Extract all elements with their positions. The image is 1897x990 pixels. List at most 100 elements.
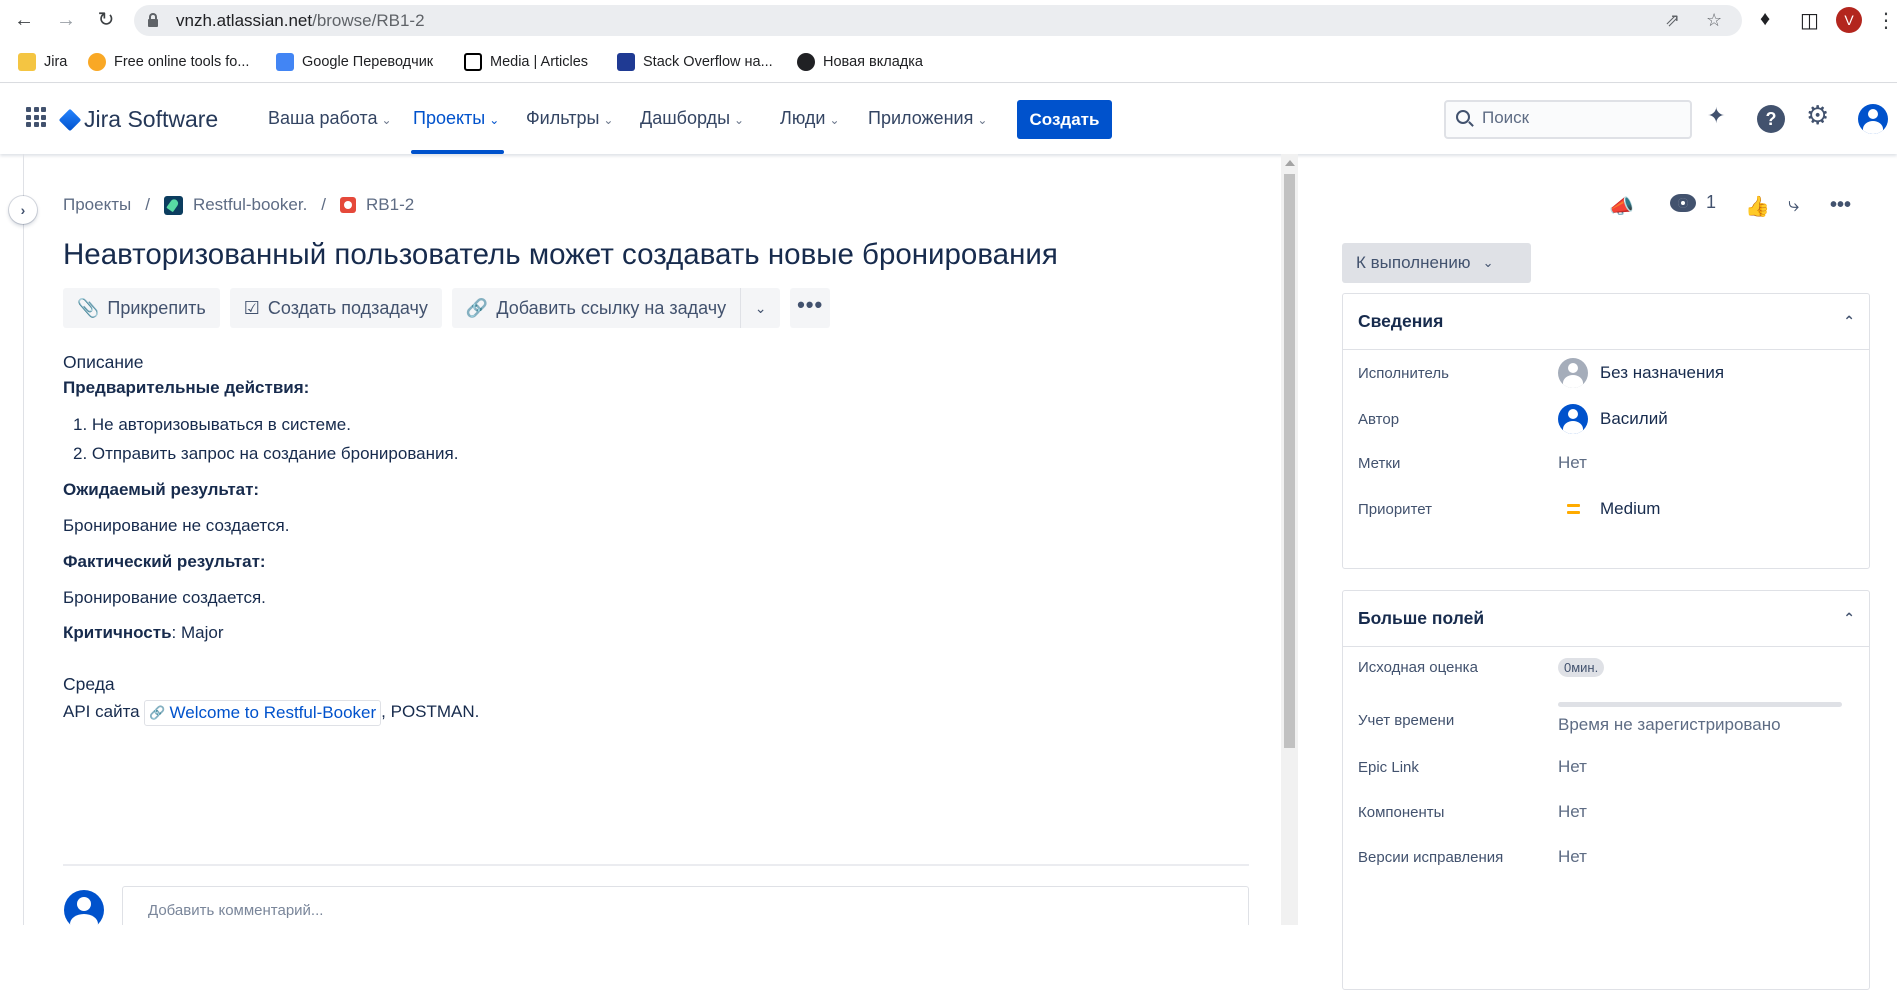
scrollbar-thumb[interactable] <box>1284 174 1295 748</box>
nav-label: Дашборды <box>640 108 730 128</box>
actual-heading: Фактический результат: <box>63 552 266 571</box>
gear-icon[interactable]: ⚙ <box>1806 100 1834 130</box>
more-fields-header[interactable]: Больше полей ⌃ <box>1343 591 1869 647</box>
back-icon[interactable]: ← <box>12 8 36 32</box>
link-icon: 🔗 <box>465 297 489 318</box>
status-dropdown[interactable]: К выполнению ⌄ <box>1342 243 1531 283</box>
breadcrumb-separator: / <box>321 195 327 214</box>
assignee-value[interactable]: Без назначения <box>1558 358 1724 388</box>
field-time-tracking: Учет времени Время не зарегистрировано <box>1358 702 1858 735</box>
priority-value[interactable]: Medium <box>1558 494 1660 524</box>
create-button[interactable]: Создать <box>1017 100 1112 139</box>
breadcrumb-issue-key[interactable]: RB1-2 <box>366 195 414 215</box>
field-epic-link: Epic Link Нет <box>1358 757 1858 777</box>
chevron-down-icon: ⌄ <box>977 113 988 127</box>
app-switcher-icon[interactable] <box>26 107 46 127</box>
bookmark-label: Media | Articles <box>490 54 589 70</box>
chevron-up-icon: ⌃ <box>1843 610 1855 626</box>
nav-your-work[interactable]: Ваша работа ⌄ <box>268 108 392 129</box>
bookmark-new-tab[interactable]: Новая вкладка <box>797 51 923 73</box>
browser-menu-icon[interactable]: ⋮ <box>1876 8 1896 33</box>
time-tracking-value[interactable]: Время не зарегистрировано <box>1558 702 1842 735</box>
main-scrollbar[interactable] <box>1281 154 1298 925</box>
nav-label: Ваша работа <box>268 108 378 128</box>
bookmark-media-articles[interactable]: Media | Articles <box>464 51 588 73</box>
share-page-icon[interactable]: ⇗ <box>1665 10 1680 31</box>
reload-icon[interactable]: ↻ <box>94 8 118 32</box>
bookmark-free-tools[interactable]: Free online tools fo... <box>88 51 249 73</box>
nav-projects[interactable]: Проекты ⌄ <box>413 108 499 129</box>
time-tracking-bar <box>1558 702 1842 707</box>
more-icon[interactable]: ••• <box>1830 194 1851 217</box>
bookmark-google-translate[interactable]: Google Переводчик <box>276 51 433 73</box>
chevron-down-icon: ⌄ <box>829 113 840 127</box>
thumbs-up-icon[interactable]: 👍 <box>1745 194 1770 219</box>
details-panel-header[interactable]: Сведения ⌃ <box>1343 294 1869 350</box>
reporter-value[interactable]: Василий <box>1558 404 1668 434</box>
notifications-icon[interactable]: ✦ <box>1707 103 1735 131</box>
step-1: 1. Не авторизовываться в системе. <box>73 415 351 434</box>
labels-value[interactable]: Нет <box>1558 453 1587 473</box>
sidebar-collapsed-rail <box>0 154 24 925</box>
field-components: Компоненты Нет <box>1358 802 1858 822</box>
nav-label: Проекты <box>413 108 486 128</box>
bookmark-label: Stack Overflow на... <box>643 54 773 70</box>
issue-sidebar: 📣 1 👍 ⤷ ••• К выполнению ⌄ Сведения ⌃ Ис… <box>1298 154 1897 990</box>
search-field[interactable] <box>1444 100 1692 139</box>
scroll-up-arrow[interactable] <box>1285 160 1295 166</box>
chevron-down-icon[interactable]: ⌄ <box>740 288 781 328</box>
address-bar[interactable]: vnzh.atlassian.net/browse/RB1-2 ⇗ ☆ <box>134 5 1742 36</box>
more-actions-button[interactable]: ••• <box>790 288 831 328</box>
search-input[interactable] <box>1482 108 1682 128</box>
extensions-icon[interactable]: ♦ <box>1760 8 1770 31</box>
original-estimate-value[interactable]: 0мин. <box>1558 658 1605 677</box>
nav-dashboards[interactable]: Дашборды ⌄ <box>640 108 744 129</box>
preconditions-heading: Предварительные действия: <box>63 378 310 397</box>
link-issue-button[interactable]: 🔗 Добавить ссылку на задачу <box>451 288 741 328</box>
components-value[interactable]: Нет <box>1558 802 1587 822</box>
breadcrumb-projects[interactable]: Проекты <box>63 195 131 215</box>
issue-title[interactable]: Неавторизованный пользователь может созд… <box>63 238 1058 272</box>
subtask-icon: ☑ <box>243 297 260 318</box>
attach-button[interactable]: 📎 Прикрепить <box>63 288 220 328</box>
add-comment-field[interactable]: Добавить комментарий... <box>122 886 1249 925</box>
bookmarks-bar: Jira Free online tools fo... Google Пере… <box>0 42 1897 83</box>
section-divider <box>63 864 1249 866</box>
user-avatar[interactable] <box>1858 104 1888 134</box>
breadcrumb-separator: / <box>145 195 150 214</box>
chevron-down-icon: ⌄ <box>603 113 614 127</box>
share-icon[interactable]: ⤷ <box>1788 194 1799 217</box>
breadcrumb-project[interactable]: Restful-booker. <box>193 195 307 215</box>
nav-filters[interactable]: Фильтры ⌄ <box>526 108 613 129</box>
env-link[interactable]: 🔗 Welcome to Restful-Booker <box>144 700 382 726</box>
nav-label: Приложения <box>868 108 974 128</box>
field-label: Учет времени <box>1358 712 1455 729</box>
watchers-button[interactable]: 1 <box>1670 192 1716 213</box>
fix-versions-value[interactable]: Нет <box>1558 847 1587 867</box>
profile-avatar[interactable]: V <box>1836 7 1862 33</box>
nav-people[interactable]: Люди ⌄ <box>780 108 840 129</box>
bookmark-stackoverflow[interactable]: Stack Overflow на... <box>617 51 773 73</box>
create-subtask-button[interactable]: ☑ Создать подзадачу <box>229 288 442 328</box>
estimate-lozenge: 0мин. <box>1558 658 1605 677</box>
details-panel: Сведения ⌃ Исполнитель Без назначения Ав… <box>1342 293 1870 569</box>
side-panel-icon[interactable]: ◫ <box>1800 8 1819 33</box>
nav-apps[interactable]: Приложения ⌄ <box>868 108 987 129</box>
globe-icon <box>797 53 815 71</box>
forward-icon[interactable]: → <box>54 8 78 32</box>
field-label: Исходная оценка <box>1358 659 1478 676</box>
epic-link-value[interactable]: Нет <box>1558 757 1587 777</box>
breadcrumb: Проекты / Restful-booker. / RB1-2 <box>63 195 414 215</box>
chevron-down-icon: ⌄ <box>489 113 500 127</box>
bookmark-star-icon[interactable]: ☆ <box>1706 10 1722 31</box>
megaphone-icon[interactable]: 📣 <box>1609 194 1634 219</box>
field-assignee: Исполнитель Без назначения <box>1358 358 1858 388</box>
bug-icon <box>340 197 357 213</box>
jira-logo[interactable]: Jira Software <box>58 106 218 133</box>
url-text: vnzh.atlassian.net/browse/RB1-2 <box>176 11 425 30</box>
bookmark-jira[interactable]: Jira <box>18 51 67 73</box>
help-icon[interactable]: ? <box>1757 105 1785 133</box>
nav-label: Люди <box>780 108 826 128</box>
field-label: Исполнитель <box>1358 364 1449 382</box>
bookmark-label: Free online tools fo... <box>114 54 250 70</box>
